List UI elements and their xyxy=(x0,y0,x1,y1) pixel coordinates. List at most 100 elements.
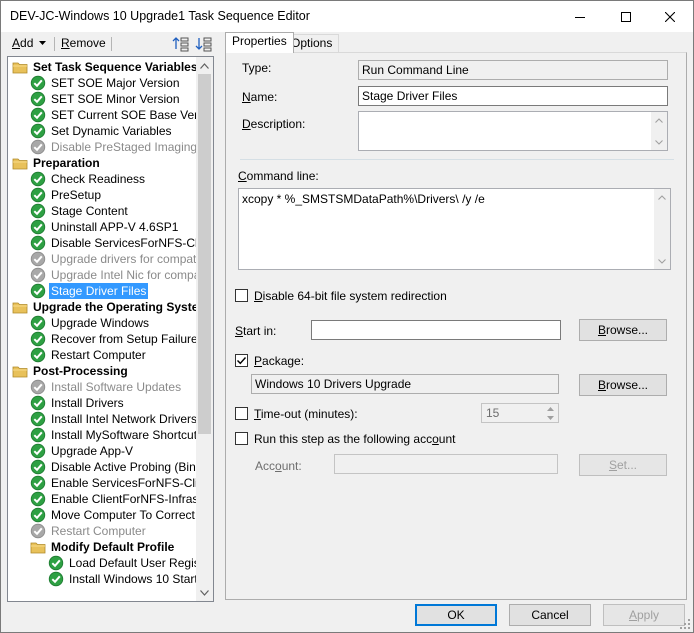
tree-item-label: Set Dynamic Variables xyxy=(51,124,172,138)
tree-step[interactable]: Stage Content xyxy=(8,203,198,219)
tree-step[interactable]: Load Default User Registry xyxy=(8,555,198,571)
move-down-icon[interactable] xyxy=(195,35,213,53)
tree-step[interactable]: Disable PreStaged Imaging xyxy=(8,139,198,155)
folder-icon xyxy=(12,299,28,315)
tree-item-label: Upgrade the Operating System xyxy=(33,300,198,314)
tree-step[interactable]: SET SOE Major Version xyxy=(8,75,198,91)
apply-button[interactable]: Apply xyxy=(603,604,685,626)
success-check-icon xyxy=(30,187,46,203)
scroll-down-arrow[interactable] xyxy=(196,584,213,601)
toolbar-separator xyxy=(54,37,55,51)
tree-item-label: Stage Content xyxy=(51,204,128,218)
disable-64bit-checkbox[interactable] xyxy=(235,289,248,302)
tree-step[interactable]: Install Windows 10 Start Menu xyxy=(8,571,198,587)
timeout-increase[interactable] xyxy=(543,404,558,413)
title-bar[interactable]: DEV-JC-Windows 10 Upgrade1 Task Sequence… xyxy=(1,1,693,32)
tree-step[interactable]: Uninstall APP-V 4.6SP1 xyxy=(8,219,198,235)
start-in-input[interactable] xyxy=(311,320,561,340)
tree-item-label: Install MySoftware Shortcut xyxy=(51,428,198,442)
command-scroll-up[interactable] xyxy=(654,189,670,205)
tree-step[interactable]: Upgrade Windows xyxy=(8,315,198,331)
task-sequence-editor-window: DEV-JC-Windows 10 Upgrade1 Task Sequence… xyxy=(0,0,694,633)
folder-icon xyxy=(12,155,28,171)
tree-step[interactable]: Move Computer To Correct AD OU xyxy=(8,507,198,523)
tree-step[interactable]: PreSetup xyxy=(8,187,198,203)
chevron-down-icon xyxy=(200,589,209,596)
tree-step[interactable]: Install Intel Network Drivers xyxy=(8,411,198,427)
checkmark-icon xyxy=(237,357,247,365)
tree-step[interactable]: Enable ClientForNFS-Infrastructure xyxy=(8,491,198,507)
folder-icon xyxy=(12,59,28,75)
description-scroll-up[interactable] xyxy=(651,112,667,128)
tree-item-label: Upgrade Intel Nic for compatibility xyxy=(51,268,198,282)
disable-64bit-label[interactable]: Disable 64-bit file system redirection xyxy=(254,289,447,303)
tree-step[interactable]: Check Readiness xyxy=(8,171,198,187)
command-line-textarea[interactable]: xcopy * %_SMSTSMDataPath%\Drivers\ /y /e xyxy=(238,188,671,270)
ok-button[interactable]: OK xyxy=(415,604,497,626)
name-input[interactable]: Stage Driver Files xyxy=(358,86,668,106)
run-as-account-label[interactable]: Run this step as the following account xyxy=(254,432,455,446)
tree-step[interactable]: Upgrade Intel Nic for compatibility xyxy=(8,267,198,283)
tree-item-label: SET SOE Major Version xyxy=(51,76,180,90)
cancel-button[interactable]: Cancel xyxy=(509,604,591,626)
browse-package-button[interactable]: Browse... xyxy=(579,374,667,396)
tree-step[interactable]: Enable ServicesForNFS-ClientOnly xyxy=(8,475,198,491)
disabled-check-icon xyxy=(30,139,46,155)
command-line-label: Command line: xyxy=(238,169,319,183)
close-button[interactable] xyxy=(647,1,693,32)
package-checkbox[interactable] xyxy=(235,354,248,367)
tree-step[interactable]: Upgrade drivers for compatibility xyxy=(8,251,198,267)
tree-step[interactable]: Restart Computer xyxy=(8,523,198,539)
scroll-thumb[interactable] xyxy=(198,74,211,434)
description-scrollbar[interactable] xyxy=(651,112,667,150)
tree-step[interactable]: Stage Driver Files xyxy=(8,283,198,299)
scroll-up-arrow[interactable] xyxy=(196,57,213,74)
tree-step[interactable]: SET Current SOE Base Version xyxy=(8,107,198,123)
tree-group[interactable]: Set Task Sequence Variables xyxy=(8,59,198,75)
tree-item-label: Disable ServicesForNFS-Client xyxy=(51,236,198,250)
tree-item-label: Install Drivers xyxy=(51,396,124,410)
tree-step[interactable]: Install Drivers xyxy=(8,395,198,411)
description-scroll-down[interactable] xyxy=(651,134,667,150)
add-button[interactable]: Add xyxy=(12,36,46,52)
set-account-button[interactable]: Set... xyxy=(579,454,667,476)
move-up-icon[interactable] xyxy=(172,35,190,53)
tree-step[interactable]: Disable Active Probing (Bing lag) xyxy=(8,459,198,475)
disabled-check-icon xyxy=(30,267,46,283)
tree-step[interactable]: Install MySoftware Shortcut xyxy=(8,427,198,443)
tree-step[interactable]: Upgrade App-V xyxy=(8,443,198,459)
tree-vertical-scrollbar[interactable] xyxy=(196,57,213,601)
description-textarea[interactable] xyxy=(358,111,668,151)
tree-item-label: Uninstall APP-V 4.6SP1 xyxy=(51,220,179,234)
remove-button[interactable]: Remove xyxy=(61,36,106,52)
timeout-decrease[interactable] xyxy=(543,413,558,422)
properties-panel: Type: Run Command Line Name: Stage Drive… xyxy=(225,52,687,600)
tab-properties[interactable]: Properties xyxy=(225,32,294,53)
tree-step[interactable]: Recover from Setup Failure xyxy=(8,331,198,347)
tree-step[interactable]: Install Software Updates xyxy=(8,379,198,395)
tree-step[interactable]: Disable ServicesForNFS-Client xyxy=(8,235,198,251)
command-scroll-down[interactable] xyxy=(654,253,670,269)
section-divider xyxy=(240,159,674,160)
tree-step[interactable]: Restart Computer xyxy=(8,347,198,363)
tree-step[interactable]: SET SOE Minor Version xyxy=(8,91,198,107)
tree-group[interactable]: Post-Processing xyxy=(8,363,198,379)
tree-group[interactable]: Modify Default Profile xyxy=(8,539,198,555)
timeout-label[interactable]: Time-out (minutes): xyxy=(254,407,358,421)
task-sequence-tree[interactable]: Set Task Sequence Variables SET SOE Major… xyxy=(7,56,214,602)
resize-grip-icon[interactable] xyxy=(679,618,691,630)
maximize-button[interactable] xyxy=(603,1,649,32)
browse-start-in-button[interactable]: Browse... xyxy=(579,319,667,341)
chevron-up-icon xyxy=(658,194,666,200)
tree-item-label: Move Computer To Correct AD OU xyxy=(51,508,198,522)
package-label[interactable]: Package: xyxy=(254,354,304,368)
tree-group[interactable]: Preparation xyxy=(8,155,198,171)
minimize-button[interactable] xyxy=(557,1,603,32)
tree-group[interactable]: Upgrade the Operating System xyxy=(8,299,198,315)
tree-step[interactable]: Set Dynamic Variables xyxy=(8,123,198,139)
run-as-account-checkbox[interactable] xyxy=(235,432,248,445)
timeout-checkbox[interactable] xyxy=(235,407,248,420)
timeout-stepper[interactable]: 15 xyxy=(481,403,559,423)
account-input[interactable] xyxy=(334,454,558,474)
command-line-scrollbar[interactable] xyxy=(654,189,670,269)
